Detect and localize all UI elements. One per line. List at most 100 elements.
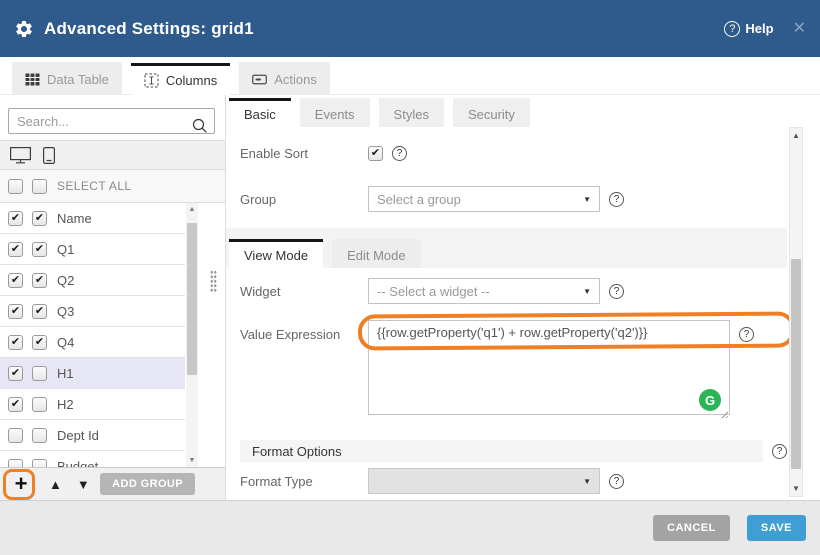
mobile-checkbox[interactable] bbox=[32, 459, 47, 468]
column-row-dept-id[interactable]: Dept Id bbox=[0, 420, 185, 451]
columns-sidebar: SELECT ALL ✔✔Name✔✔Q1✔✔Q2✔✔Q3✔✔Q4✔H1✔H2D… bbox=[0, 95, 226, 500]
tab-label: Data Table bbox=[47, 72, 109, 87]
mobile-checkbox[interactable]: ✔ bbox=[32, 335, 47, 350]
splitter-grip[interactable] bbox=[210, 270, 217, 292]
scroll-down-icon[interactable]: ▼ bbox=[790, 484, 802, 493]
desktop-checkbox[interactable]: ✔ bbox=[8, 242, 23, 257]
select-all-desktop-checkbox[interactable] bbox=[8, 179, 23, 194]
tab-columns[interactable]: Columns bbox=[131, 63, 230, 95]
close-icon[interactable]: ✕ bbox=[793, 21, 806, 37]
scroll-up-icon[interactable]: ▲ bbox=[186, 206, 198, 213]
widget-label: Widget bbox=[240, 284, 368, 299]
add-column-button[interactable]: + bbox=[8, 473, 34, 495]
tab-label: Columns bbox=[166, 73, 217, 88]
enable-sort-label: Enable Sort bbox=[240, 146, 368, 161]
search-input[interactable] bbox=[8, 108, 215, 134]
value-expression-help-icon[interactable]: ? bbox=[739, 327, 754, 342]
dialog-body: SELECT ALL ✔✔Name✔✔Q1✔✔Q2✔✔Q3✔✔Q4✔H1✔H2D… bbox=[0, 95, 820, 500]
tab-events[interactable]: Events bbox=[300, 98, 370, 127]
tab-security[interactable]: Security bbox=[453, 98, 530, 127]
mobile-checkbox[interactable] bbox=[32, 366, 47, 381]
format-options-help-icon[interactable]: ? bbox=[772, 444, 787, 459]
group-select-value: Select a group bbox=[377, 192, 461, 207]
column-label: Q4 bbox=[57, 335, 74, 350]
desktop-icon bbox=[10, 147, 31, 164]
column-row-h1[interactable]: ✔H1 bbox=[0, 358, 185, 389]
mobile-checkbox[interactable] bbox=[32, 397, 47, 412]
scroll-up-icon[interactable]: ▲ bbox=[790, 131, 802, 140]
chevron-down-icon: ▼ bbox=[583, 195, 591, 204]
columns-icon bbox=[144, 73, 159, 88]
mobile-checkbox[interactable]: ✔ bbox=[32, 211, 47, 226]
cancel-button[interactable]: CANCEL bbox=[653, 515, 730, 541]
format-options-label: Format Options bbox=[252, 444, 342, 459]
format-type-help-icon[interactable]: ? bbox=[609, 474, 624, 489]
column-settings-panel: Basic Events Styles Security Enable Sort ✔ … bbox=[226, 95, 820, 500]
widget-help-icon[interactable]: ? bbox=[609, 284, 624, 299]
format-options-header: Format Options bbox=[240, 440, 763, 462]
tab-data-table[interactable]: Data Table bbox=[12, 62, 122, 94]
advanced-settings-dialog: Advanced Settings: grid1 ? Help ✕ Data T… bbox=[0, 0, 820, 555]
desktop-checkbox[interactable]: ✔ bbox=[8, 397, 23, 412]
column-row-q1[interactable]: ✔✔Q1 bbox=[0, 234, 185, 265]
settings-tab-bar: Basic Events Styles Security bbox=[226, 95, 820, 127]
tab-actions[interactable]: Actions bbox=[239, 62, 330, 94]
mobile-icon bbox=[43, 147, 55, 164]
main-tab-bar: Data Table Columns Actions bbox=[0, 57, 820, 95]
title-bar: Advanced Settings: grid1 ? Help ✕ bbox=[0, 0, 820, 57]
column-row-budget[interactable]: Budget bbox=[0, 451, 185, 467]
value-expression-label: Value Expression bbox=[240, 327, 368, 342]
sidebar-scrollbar: ▲ ▼ bbox=[186, 203, 198, 467]
format-type-select[interactable]: ▼ bbox=[368, 468, 600, 494]
group-help-icon[interactable]: ? bbox=[609, 192, 624, 207]
desktop-checkbox[interactable]: ✔ bbox=[8, 304, 23, 319]
column-list: ✔✔Name✔✔Q1✔✔Q2✔✔Q3✔✔Q4✔H1✔H2Dept IdBudge… bbox=[0, 203, 225, 467]
panel-scrollbar-thumb[interactable] bbox=[791, 259, 801, 469]
move-down-button[interactable]: ▼ bbox=[77, 478, 90, 491]
tab-view-mode[interactable]: View Mode bbox=[229, 239, 323, 268]
desktop-checkbox[interactable]: ✔ bbox=[8, 273, 23, 288]
desktop-checkbox[interactable]: ✔ bbox=[8, 366, 23, 381]
desktop-checkbox[interactable] bbox=[8, 428, 23, 443]
column-label: Name bbox=[57, 211, 92, 226]
column-row-q4[interactable]: ✔ ✔ Q4 bbox=[0, 327, 185, 358]
tab-label: Actions bbox=[274, 72, 317, 87]
mobile-checkbox[interactable]: ✔ bbox=[32, 304, 47, 319]
column-label: Budget bbox=[57, 459, 98, 468]
mobile-checkbox[interactable]: ✔ bbox=[32, 273, 47, 288]
question-circle-icon: ? bbox=[724, 21, 740, 37]
column-row-name[interactable]: ✔ ✔ Name bbox=[0, 203, 185, 234]
mobile-checkbox[interactable] bbox=[32, 428, 47, 443]
group-select[interactable]: Select a group ▼ bbox=[368, 186, 600, 212]
scroll-down-icon[interactable]: ▼ bbox=[186, 457, 198, 464]
desktop-checkbox[interactable]: ✔ bbox=[8, 335, 23, 350]
grammarly-icon[interactable]: G bbox=[699, 389, 721, 411]
enable-sort-help-icon[interactable]: ? bbox=[392, 146, 407, 161]
widget-select-value: -- Select a widget -- bbox=[377, 284, 490, 299]
move-up-button[interactable]: ▲ bbox=[49, 478, 62, 491]
column-row-q3[interactable]: ✔✔Q3 bbox=[0, 296, 185, 327]
save-button[interactable]: SAVE bbox=[747, 515, 806, 541]
widget-select[interactable]: -- Select a widget -- ▼ bbox=[368, 278, 600, 304]
column-row-h2[interactable]: ✔ H2 bbox=[0, 389, 185, 420]
select-all-mobile-checkbox[interactable] bbox=[32, 179, 47, 194]
value-expression-textarea[interactable]: {{row.getProperty('q1') + row.getPropert… bbox=[368, 320, 730, 415]
basic-tab-content: Enable Sort ✔ ? Group Select a group ▼ ?… bbox=[226, 144, 820, 494]
help-button[interactable]: ? Help bbox=[724, 21, 773, 37]
gear-icon bbox=[14, 19, 34, 39]
column-label: Q2 bbox=[57, 273, 74, 288]
desktop-checkbox[interactable]: ✔ bbox=[8, 211, 23, 226]
enable-sort-checkbox[interactable]: ✔ bbox=[368, 146, 383, 161]
help-label: Help bbox=[745, 21, 773, 36]
mobile-checkbox[interactable]: ✔ bbox=[32, 242, 47, 257]
select-all-label: SELECT ALL bbox=[57, 179, 132, 193]
column-label: H2 bbox=[57, 397, 74, 412]
add-group-button[interactable]: ADD GROUP bbox=[100, 473, 195, 495]
tab-styles[interactable]: Styles bbox=[379, 98, 444, 127]
table-icon bbox=[25, 73, 40, 86]
tab-basic[interactable]: Basic bbox=[229, 98, 291, 127]
column-row-q2[interactable]: ✔ ✔ Q2 bbox=[0, 265, 185, 296]
sidebar-scrollbar-thumb[interactable] bbox=[187, 223, 197, 375]
tab-edit-mode[interactable]: Edit Mode bbox=[332, 239, 421, 268]
desktop-checkbox[interactable] bbox=[8, 459, 23, 468]
